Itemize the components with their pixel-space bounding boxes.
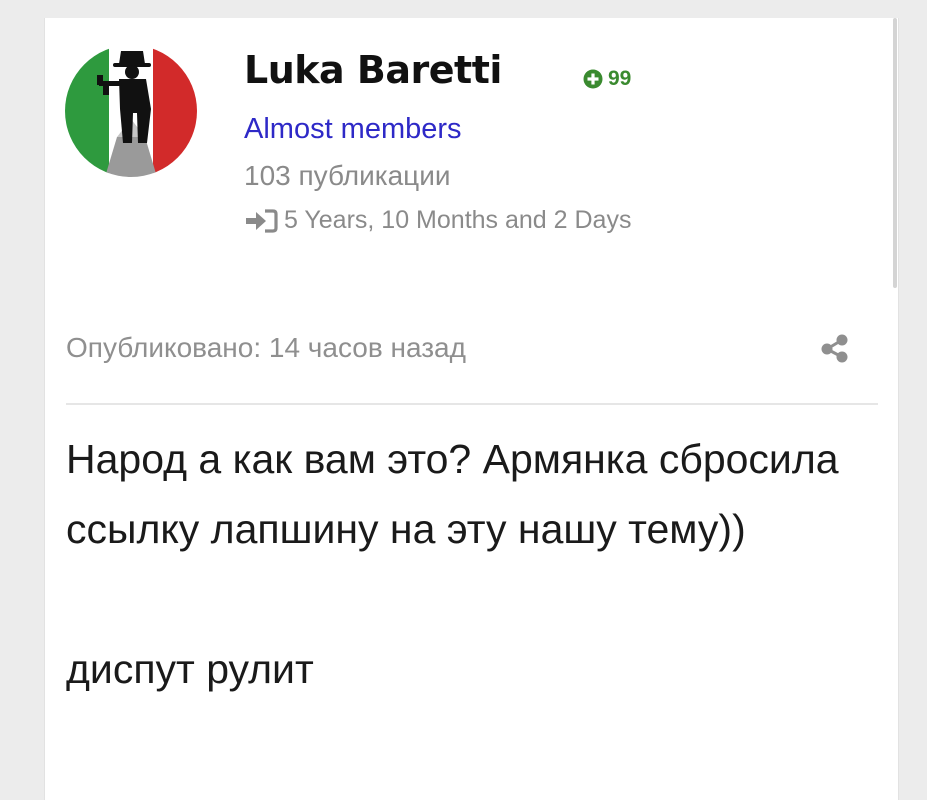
post-paragraph: диспут рулит xyxy=(66,646,314,692)
reputation-count: 99 xyxy=(608,67,632,90)
post-count: 103 публикации xyxy=(244,160,451,191)
post-paragraph: Народ а как вам это? Армянка сбросила сс… xyxy=(66,436,839,552)
author-name[interactable]: Luka Baretti xyxy=(244,48,502,92)
avatar-image xyxy=(65,45,197,177)
avatar[interactable] xyxy=(65,45,197,177)
plus-circle-icon xyxy=(583,69,603,89)
sign-in-icon xyxy=(246,208,278,233)
member-since: 5 Years, 10 Months and 2 Days xyxy=(244,206,631,235)
divider xyxy=(66,403,878,405)
member-since-text: 5 Years, 10 Months and 2 Days xyxy=(284,206,632,234)
member-group: Almost members xyxy=(244,113,462,145)
share-button[interactable] xyxy=(818,332,852,364)
reputation-badge: 99 xyxy=(583,67,631,91)
post-date: Опубликовано: 14 часов назад xyxy=(66,332,466,363)
share-icon xyxy=(821,334,848,363)
post-body: Народ а как вам это? Армянка сбросила сс… xyxy=(66,424,856,704)
scrollbar[interactable] xyxy=(893,18,897,288)
